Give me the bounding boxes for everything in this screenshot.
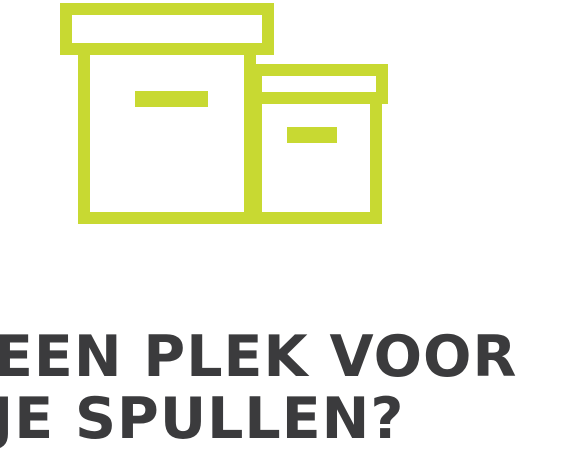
storage-boxes-icon: [60, 3, 388, 224]
small-box-body: [250, 92, 382, 224]
headline: EEN PLEK VOOR JE SPULLEN?: [0, 326, 575, 449]
illustration-canvas: EEN PLEK VOOR JE SPULLEN?: [0, 0, 575, 449]
large-box-icon: [60, 3, 274, 224]
small-box-icon: [250, 64, 388, 224]
large-box-body: [78, 43, 256, 224]
headline-line-1: EEN PLEK VOOR: [0, 324, 518, 390]
headline-line-2: JE SPULLEN?: [0, 386, 405, 449]
large-box-handle: [135, 91, 208, 107]
small-box-handle: [287, 127, 337, 143]
